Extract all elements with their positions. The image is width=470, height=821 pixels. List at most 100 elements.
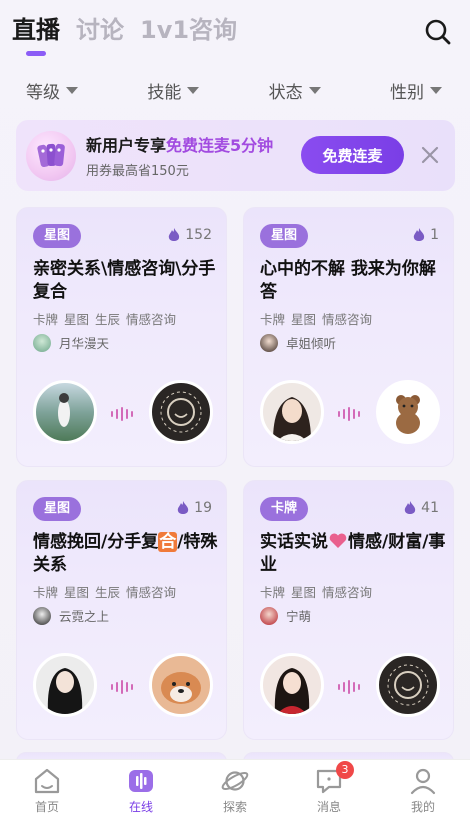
caret-down-icon bbox=[308, 87, 321, 94]
consultant-avatar[interactable] bbox=[33, 653, 97, 717]
nav-label: 消息 bbox=[316, 799, 341, 814]
host-avatar bbox=[33, 606, 51, 625]
call-pair bbox=[260, 653, 440, 717]
consultant-card[interactable]: 星图 19 情感挽回/分手复合/特殊关系 卡牌 星图 生辰 情感咨询 云霓之上 bbox=[16, 480, 227, 740]
nav-label: 我的 bbox=[410, 799, 435, 814]
filter-level[interactable]: 等级 bbox=[26, 78, 78, 103]
skill-item: 卡牌 bbox=[33, 312, 59, 327]
flame-icon bbox=[169, 227, 180, 241]
call-pair bbox=[260, 380, 440, 444]
host-info: 宁萌 bbox=[260, 606, 311, 625]
skill-item: 星图 bbox=[64, 585, 90, 600]
consultant-card[interactable]: 卡牌 41 实话实说 情感/财富/事业 卡牌 星图 情感咨询 宁萌 bbox=[243, 480, 454, 740]
card-title: 亲密关系\情感咨询\分手复合 bbox=[33, 259, 216, 302]
consultant-card[interactable]: 星图 1 心中的不解 我来为你解答 卡牌 星图 情感咨询 卓姐倾听 bbox=[243, 207, 454, 467]
skill-item: 星图 bbox=[291, 312, 317, 327]
top-tabs: 直播 讨论 1v1咨询 bbox=[12, 12, 237, 56]
heat-value: 152 bbox=[185, 227, 212, 243]
skill-item: 情感咨询 bbox=[126, 585, 177, 600]
bottom-nav: 首页 在线 探索 消息 3 我的 bbox=[0, 759, 470, 821]
host-name: 云霓之上 bbox=[59, 609, 110, 624]
category-tag: 星图 bbox=[260, 224, 309, 248]
skill-item: 星图 bbox=[291, 585, 317, 600]
nav-profile[interactable]: 我的 bbox=[378, 767, 468, 815]
heat-value: 19 bbox=[194, 500, 212, 516]
skill-item: 卡牌 bbox=[260, 312, 286, 327]
skill-item: 情感咨询 bbox=[322, 585, 373, 600]
home-icon bbox=[34, 768, 60, 793]
promo-title: 新用户专享免费连麦5分钟 bbox=[86, 132, 273, 156]
skill-item: 卡牌 bbox=[33, 585, 59, 600]
user-avatar[interactable] bbox=[376, 653, 440, 717]
emoji-he: 合 bbox=[158, 532, 178, 552]
filter-label: 技能 bbox=[147, 83, 182, 103]
host-avatar bbox=[33, 333, 51, 352]
nav-online[interactable]: 在线 bbox=[96, 767, 186, 815]
skill-item: 生辰 bbox=[95, 585, 121, 600]
tab-consult[interactable]: 1v1咨询 bbox=[140, 12, 237, 48]
coupon-icon bbox=[26, 130, 76, 181]
user-avatar[interactable] bbox=[376, 380, 440, 444]
planet-icon bbox=[221, 770, 249, 791]
skill-list: 卡牌 星图 生辰 情感咨询 bbox=[33, 309, 176, 328]
nav-home[interactable]: 首页 bbox=[2, 767, 92, 815]
caret-down-icon bbox=[429, 87, 442, 94]
live-icon bbox=[129, 769, 153, 792]
nav-messages[interactable]: 消息 3 bbox=[284, 760, 374, 815]
heat-count: 41 bbox=[404, 500, 439, 516]
consultant-avatar[interactable] bbox=[260, 380, 324, 444]
search-icon[interactable] bbox=[422, 16, 454, 48]
consultant-avatar[interactable] bbox=[33, 380, 97, 444]
call-pair bbox=[33, 380, 213, 444]
skill-item: 卡牌 bbox=[260, 585, 286, 600]
heat-count: 1 bbox=[413, 227, 439, 243]
host-name: 宁萌 bbox=[286, 609, 312, 624]
skill-item: 生辰 bbox=[95, 312, 121, 327]
card-title: 实话实说 情感/财富/事业 bbox=[260, 531, 446, 577]
filter-bar: 等级 技能 状态 性别 bbox=[0, 78, 470, 103]
skill-list: 卡牌 星图 生辰 情感咨询 bbox=[33, 582, 176, 601]
filter-label: 性别 bbox=[389, 83, 424, 103]
filter-skill[interactable]: 技能 bbox=[147, 78, 200, 103]
promo-title-highlight: 免费连麦5分钟 bbox=[166, 136, 274, 155]
card-title-part: 情感挽回/分手复 bbox=[33, 532, 159, 552]
flame-icon bbox=[404, 500, 416, 514]
heat-value: 1 bbox=[430, 227, 439, 243]
user-avatar[interactable] bbox=[149, 380, 213, 444]
heart-icon bbox=[329, 533, 347, 548]
tab-live[interactable]: 直播 bbox=[12, 12, 60, 56]
heat-value: 41 bbox=[421, 500, 439, 516]
free-call-button[interactable]: 免费连麦 bbox=[301, 136, 404, 174]
flame-icon bbox=[413, 227, 425, 241]
host-info: 卓姐倾听 bbox=[260, 333, 336, 352]
nav-explore[interactable]: 探索 bbox=[190, 767, 280, 815]
host-info: 云霓之上 bbox=[33, 606, 109, 625]
host-avatar bbox=[260, 333, 278, 352]
flame-icon bbox=[177, 500, 189, 514]
tab-discussion[interactable]: 讨论 bbox=[76, 12, 124, 48]
card-title-part: 实话实说 bbox=[260, 532, 328, 552]
heat-count: 19 bbox=[177, 500, 212, 516]
nav-label: 在线 bbox=[128, 799, 153, 814]
close-icon[interactable] bbox=[419, 144, 441, 166]
category-tag: 星图 bbox=[33, 224, 82, 248]
host-info: 月华漫天 bbox=[33, 333, 109, 352]
user-avatar[interactable] bbox=[149, 653, 213, 717]
consultant-avatar[interactable] bbox=[260, 653, 324, 717]
consultant-card[interactable]: 星图 152 亲密关系\情感咨询\分手复合 卡牌 星图 生辰 情感咨询 月华漫天 bbox=[16, 207, 227, 467]
filter-status[interactable]: 状态 bbox=[269, 78, 321, 103]
nav-label: 首页 bbox=[34, 799, 59, 814]
skill-item: 情感咨询 bbox=[322, 312, 373, 327]
host-avatar bbox=[260, 606, 278, 625]
card-title: 情感挽回/分手复合/特殊关系 bbox=[33, 531, 219, 577]
unread-badge: 3 bbox=[336, 760, 354, 779]
sound-wave-icon bbox=[111, 407, 133, 421]
sound-wave-icon bbox=[338, 407, 360, 421]
skill-item: 情感咨询 bbox=[126, 312, 177, 327]
heat-count: 152 bbox=[168, 227, 212, 243]
caret-down-icon bbox=[187, 87, 200, 94]
promo-text: 新用户专享免费连麦5分钟 用券最高省150元 bbox=[86, 132, 273, 179]
sound-wave-icon bbox=[338, 680, 360, 694]
filter-gender[interactable]: 性别 bbox=[390, 78, 442, 103]
caret-down-icon bbox=[66, 87, 78, 94]
